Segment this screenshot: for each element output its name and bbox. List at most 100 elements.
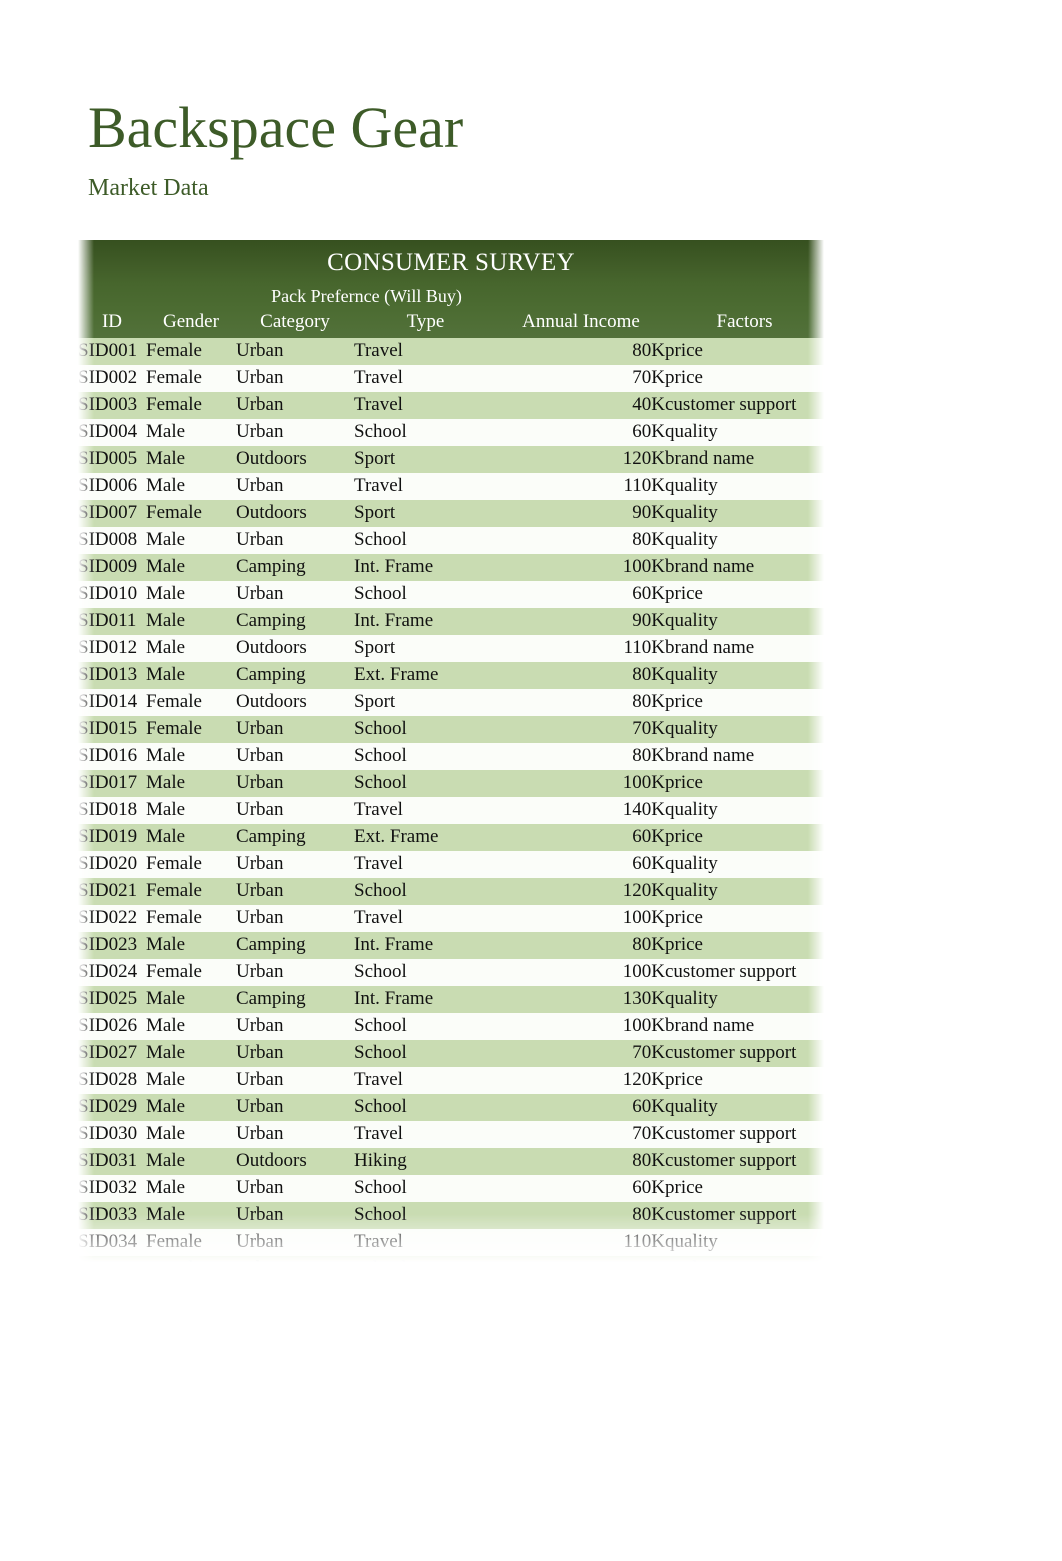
column-header-factors[interactable]: Factors xyxy=(665,309,824,338)
table-row[interactable]: SID025 Male Camping Int. Frame 130K quality xyxy=(78,986,824,1013)
group-header-spacer-id xyxy=(78,284,146,309)
cell-category: Urban xyxy=(236,419,354,446)
table-title: CONSUMER SURVEY xyxy=(78,240,824,284)
column-header-type[interactable]: Type xyxy=(354,309,497,338)
cell-id: SID011 xyxy=(78,608,146,635)
table-row[interactable]: SID023 Male Camping Int. Frame 80K price xyxy=(78,932,824,959)
cell-gender: Male xyxy=(146,1175,236,1202)
table-row[interactable]: SID032 Male Urban School 60K price xyxy=(78,1175,824,1202)
table-row[interactable]: SID020 Female Urban Travel 60K quality xyxy=(78,851,824,878)
cell-annual-income: 100K xyxy=(497,1310,665,1337)
table-row[interactable]: SID033 Male Urban School 80K customer support xyxy=(78,1202,824,1229)
cell-type: School xyxy=(354,959,497,986)
table-row[interactable]: SID011 Male Camping Int. Frame 90K quality xyxy=(78,608,824,635)
cell-category: Urban xyxy=(236,797,354,824)
table-row[interactable]: SID030 Male Urban Travel 70K customer support xyxy=(78,1121,824,1148)
cell-factors: quality xyxy=(665,473,824,500)
cell-type: School xyxy=(354,770,497,797)
table-row[interactable]: SID034 Female Urban Travel 110K quality xyxy=(78,1229,824,1256)
cell-type: Sport xyxy=(354,446,497,473)
cell-factors: customer support xyxy=(665,1148,824,1175)
cell-annual-income: 110K xyxy=(497,1229,665,1256)
table-row[interactable]: SID031 Male Outdoors Hiking 80K customer supp… xyxy=(78,1148,824,1175)
column-header-annual-income[interactable]: Annual Income xyxy=(497,309,665,338)
table-row[interactable]: SID008 Male Urban School 80K quality xyxy=(78,527,824,554)
table-row[interactable]: SID036 Male Urban School 90K quality xyxy=(78,1283,824,1310)
cell-type: Travel xyxy=(354,1229,497,1256)
cell-id: SID014 xyxy=(78,689,146,716)
cell-annual-income: 100K xyxy=(497,959,665,986)
cell-type: School xyxy=(354,419,497,446)
cell-annual-income: 110K xyxy=(497,1256,665,1283)
consumer-survey-table: CONSUMER SURVEY Pack Prefernce (Will Buy… xyxy=(78,240,824,1337)
cell-factors: price xyxy=(665,824,824,851)
table-row[interactable]: SID002 Female Urban Travel 70K price xyxy=(78,365,824,392)
cell-gender: Female xyxy=(146,689,236,716)
cell-factors: price xyxy=(665,338,824,365)
table-row[interactable]: SID004 Male Urban School 60K quality xyxy=(78,419,824,446)
cell-annual-income: 90K xyxy=(497,500,665,527)
cell-factors: quality xyxy=(665,1229,824,1256)
table-row[interactable]: SID026 Male Urban School 100K brand name xyxy=(78,1013,824,1040)
table-row[interactable]: SID021 Female Urban School 120K quality xyxy=(78,878,824,905)
cell-annual-income: 60K xyxy=(497,581,665,608)
cell-annual-income: 60K xyxy=(497,851,665,878)
table-row[interactable]: SID037 Female Urban School 100K price xyxy=(78,1310,824,1337)
cell-gender: Male xyxy=(146,581,236,608)
cell-annual-income: 80K xyxy=(497,662,665,689)
table-row[interactable]: SID016 Male Urban School 80K brand name xyxy=(78,743,824,770)
table-row[interactable]: SID018 Male Urban Travel 140K quality xyxy=(78,797,824,824)
cell-category: Urban xyxy=(236,1067,354,1094)
column-header-id[interactable]: ID xyxy=(78,309,146,338)
cell-annual-income: 100K xyxy=(497,554,665,581)
cell-type: Int. Frame xyxy=(354,608,497,635)
table-row[interactable]: SID015 Female Urban School 70K quality xyxy=(78,716,824,743)
table-row[interactable]: SID024 Female Urban School 100K customer supp… xyxy=(78,959,824,986)
table-row[interactable]: SID028 Male Urban Travel 120K price xyxy=(78,1067,824,1094)
cell-annual-income: 90K xyxy=(497,1283,665,1310)
column-header-category[interactable]: Category xyxy=(236,309,354,338)
table-row[interactable]: SID005 Male Outdoors Sport 120K brand name xyxy=(78,446,824,473)
cell-annual-income: 80K xyxy=(497,932,665,959)
cell-category: Outdoors xyxy=(236,635,354,662)
table-row[interactable]: SID007 Female Outdoors Sport 90K quality xyxy=(78,500,824,527)
table-row[interactable]: SID013 Male Camping Ext. Frame 80K quality xyxy=(78,662,824,689)
table-row[interactable]: SID022 Female Urban Travel 100K price xyxy=(78,905,824,932)
table-row[interactable]: SID019 Male Camping Ext. Frame 60K price xyxy=(78,824,824,851)
cell-id: SID009 xyxy=(78,554,146,581)
cell-annual-income: 100K xyxy=(497,1013,665,1040)
table-row[interactable]: SID029 Male Urban School 60K quality xyxy=(78,1094,824,1121)
cell-factors: price xyxy=(665,365,824,392)
cell-gender: Male xyxy=(146,932,236,959)
page-subtitle: Market Data xyxy=(88,175,209,201)
cell-factors: price xyxy=(665,770,824,797)
cell-type: School xyxy=(354,1175,497,1202)
cell-id: SID013 xyxy=(78,662,146,689)
cell-id: SID020 xyxy=(78,851,146,878)
cell-category: Outdoors xyxy=(236,1148,354,1175)
table-row[interactable]: SID012 Male Outdoors Sport 110K brand name xyxy=(78,635,824,662)
table-row[interactable]: SID001 Female Urban Travel 80K price xyxy=(78,338,824,365)
table-row[interactable]: SID027 Male Urban School 70K customer support xyxy=(78,1040,824,1067)
table-row[interactable]: SID017 Male Urban School 100K price xyxy=(78,770,824,797)
cell-id: SID037 xyxy=(78,1310,146,1337)
cell-annual-income: 70K xyxy=(497,1121,665,1148)
cell-gender: Male xyxy=(146,797,236,824)
table-header: CONSUMER SURVEY Pack Prefernce (Will Buy… xyxy=(78,240,824,338)
cell-category: Urban xyxy=(236,743,354,770)
table-row[interactable]: SID010 Male Urban School 60K price xyxy=(78,581,824,608)
cell-type: School xyxy=(354,527,497,554)
table-body: SID001 Female Urban Travel 80K price SID002 Fem… xyxy=(78,338,824,1337)
table-group-header-row: Pack Prefernce (Will Buy) xyxy=(78,284,824,309)
table-row[interactable]: SID014 Female Outdoors Sport 80K price xyxy=(78,689,824,716)
cell-id: SID027 xyxy=(78,1040,146,1067)
cell-factors: price xyxy=(665,689,824,716)
table-row[interactable]: SID003 Female Urban Travel 40K customer suppo… xyxy=(78,392,824,419)
table-row[interactable]: SID006 Male Urban Travel 110K quality xyxy=(78,473,824,500)
cell-annual-income: 60K xyxy=(497,1175,665,1202)
table-row[interactable]: SID009 Male Camping Int. Frame 100K brand nam… xyxy=(78,554,824,581)
table-row[interactable]: SID035 Female Urban School 110K quality xyxy=(78,1256,824,1283)
cell-annual-income: 130K xyxy=(497,986,665,1013)
column-header-gender[interactable]: Gender xyxy=(146,309,236,338)
cell-annual-income: 60K xyxy=(497,1094,665,1121)
